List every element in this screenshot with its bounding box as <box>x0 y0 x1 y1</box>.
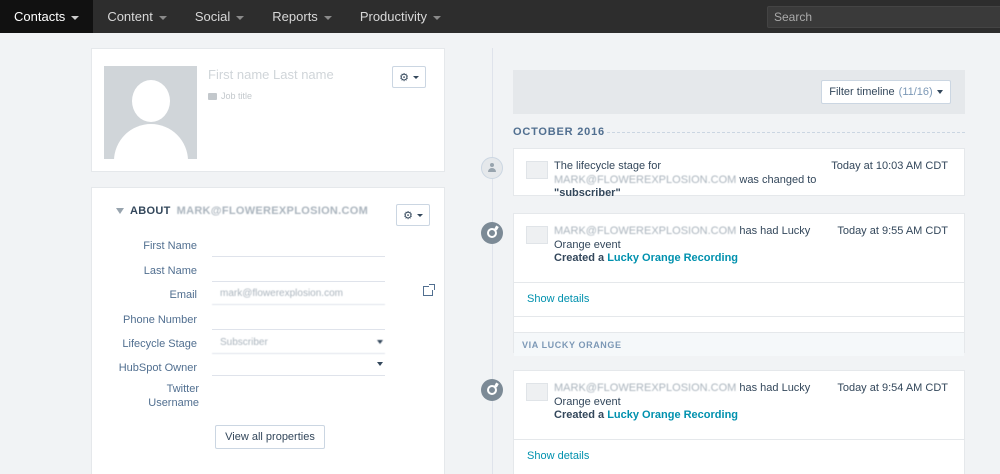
timeline-event-lifecycle: The lifecycle stage for MARK@FLOWEREXPLO… <box>513 148 965 199</box>
event-email: MARK@FLOWEREXPLOSION.COM <box>554 382 737 394</box>
dropdown-arrow-icon <box>377 362 383 366</box>
avatar-head-shape <box>132 80 170 122</box>
gear-icon: ⚙ <box>403 209 413 222</box>
event-value: "subscriber" <box>554 187 621 199</box>
search-input[interactable] <box>767 6 1000 28</box>
avatar-body-shape <box>114 124 188 159</box>
timeline-event-lucky-orange: MARK@FLOWEREXPLOSION.COM has had Lucky O… <box>513 213 965 356</box>
nav-label: Contacts <box>14 9 66 24</box>
phone-number-field[interactable] <box>212 308 385 330</box>
caret-down-icon <box>416 213 423 217</box>
caret-down-icon <box>236 15 245 20</box>
job-title-placeholder: Job title <box>221 91 253 101</box>
nav-label: Productivity <box>359 9 428 24</box>
hubspot-owner-label: HubSpot Owner <box>118 362 197 374</box>
lifecycle-stage-label: Lifecycle Stage <box>122 338 197 350</box>
event-text: The lifecycle stage for MARK@FLOWEREXPLO… <box>554 160 836 201</box>
show-details-link[interactable]: Show details <box>527 450 589 462</box>
about-contact-email: MARK@FLOWEREXPLOSION.COM <box>176 205 369 217</box>
month-divider <box>607 132 965 133</box>
email-label: Email <box>169 289 197 301</box>
event-email: MARK@FLOWEREXPLOSION.COM <box>554 173 737 186</box>
lucky-orange-event-icon <box>481 379 503 401</box>
lucky-orange-event-icon <box>481 222 503 244</box>
event-text: MARK@FLOWEREXPLOSION.COM has had Lucky O… <box>554 225 836 266</box>
event-text-a: The lifecycle stage for <box>554 160 661 172</box>
filter-label: Filter timeline <box>829 86 895 98</box>
lucky-orange-recording-link[interactable]: Lucky Orange Recording <box>607 252 738 264</box>
last-name-field[interactable] <box>212 260 385 282</box>
nav-label: Content <box>107 9 153 24</box>
collapse-triangle-icon <box>116 208 124 214</box>
event-divider <box>514 316 964 317</box>
caret-down-icon <box>433 15 442 20</box>
event-created-text: Created a <box>554 409 605 421</box>
month-header: OCTOBER 2016 <box>513 126 605 138</box>
last-name-label: Last Name <box>143 265 197 277</box>
nav-item-productivity[interactable]: Productivity <box>346 0 455 33</box>
nav-label: Reports <box>272 9 318 24</box>
event-divider <box>514 439 964 440</box>
caret-down-icon <box>71 15 80 20</box>
first-name-label: First Name <box>143 240 197 252</box>
event-divider <box>514 282 964 283</box>
person-icon <box>488 163 496 173</box>
timeline-event-lucky-orange: MARK@FLOWEREXPLOSION.COM has had Lucky O… <box>513 370 965 474</box>
about-section-toggle[interactable]: ABOUT MARK@FLOWEREXPLOSION.COM <box>116 205 368 217</box>
orange-icon <box>487 228 497 238</box>
external-link-icon[interactable] <box>423 284 435 296</box>
orange-icon <box>487 385 497 395</box>
twitter-username-label: Twitter Username <box>148 383 199 409</box>
show-details-link[interactable]: Show details <box>527 293 589 305</box>
top-navigation: Contacts Content Social Reports Producti… <box>0 0 1000 33</box>
filter-timeline-button[interactable]: Filter timeline (11/16) <box>821 80 951 104</box>
lifecycle-stage-select[interactable]: Subscriber <box>212 332 385 354</box>
event-created-text: Created a <box>554 252 605 264</box>
event-time: Today at 9:55 AM CDT <box>837 225 948 237</box>
event-thumbnail <box>526 383 548 401</box>
contact-name-field[interactable]: First name Last name <box>208 67 334 82</box>
briefcase-icon <box>208 92 217 100</box>
phone-number-label: Phone Number <box>123 314 197 326</box>
event-email: MARK@FLOWEREXPLOSION.COM <box>554 225 737 237</box>
caret-down-icon <box>936 90 943 94</box>
event-thumbnail <box>526 161 548 179</box>
email-field[interactable]: mark@flowerexplosion.com <box>212 283 385 305</box>
about-card: ABOUT MARK@FLOWEREXPLOSION.COM ⚙ First N… <box>91 187 445 474</box>
event-time: Today at 10:03 AM CDT <box>831 160 948 172</box>
nav-item-contacts[interactable]: Contacts <box>0 0 94 33</box>
nav-item-reports[interactable]: Reports <box>258 0 346 33</box>
timeline-filter-bar: Filter timeline (11/16) <box>513 70 965 114</box>
gear-icon: ⚙ <box>399 71 409 84</box>
profile-settings-button[interactable]: ⚙ <box>392 66 426 88</box>
event-text-b: was changed to <box>739 173 817 186</box>
profile-card: First name Last name Job title ⚙ <box>91 48 445 172</box>
caret-down-icon <box>158 15 167 20</box>
twitter-username-field[interactable] <box>212 385 385 407</box>
caret-down-icon <box>412 75 419 79</box>
hubspot-owner-select[interactable] <box>212 354 385 376</box>
first-name-field[interactable] <box>212 235 385 257</box>
lucky-orange-recording-link[interactable]: Lucky Orange Recording <box>607 409 738 421</box>
event-thumbnail <box>526 226 548 244</box>
job-title-field[interactable]: Job title <box>208 91 252 101</box>
about-settings-button[interactable]: ⚙ <box>396 204 430 226</box>
event-time: Today at 9:54 AM CDT <box>837 382 948 394</box>
nav-label: Social <box>194 9 231 24</box>
lifecycle-stage-value: Subscriber <box>220 337 268 348</box>
nav-item-content[interactable]: Content <box>93 0 181 33</box>
avatar[interactable] <box>104 66 197 159</box>
filter-count: (11/16) <box>898 86 933 98</box>
contact-event-icon <box>481 157 503 179</box>
caret-down-icon <box>323 15 332 20</box>
about-title-prefix: ABOUT <box>130 205 171 217</box>
event-text: MARK@FLOWEREXPLOSION.COM has had Lucky O… <box>554 382 836 423</box>
nav-item-social[interactable]: Social <box>181 0 258 33</box>
view-all-properties-button[interactable]: View all properties <box>215 425 325 449</box>
dropdown-arrow-icon <box>377 340 383 344</box>
timeline-rail <box>492 48 493 474</box>
via-source-label: VIA LUCKY ORANGE <box>514 332 964 356</box>
